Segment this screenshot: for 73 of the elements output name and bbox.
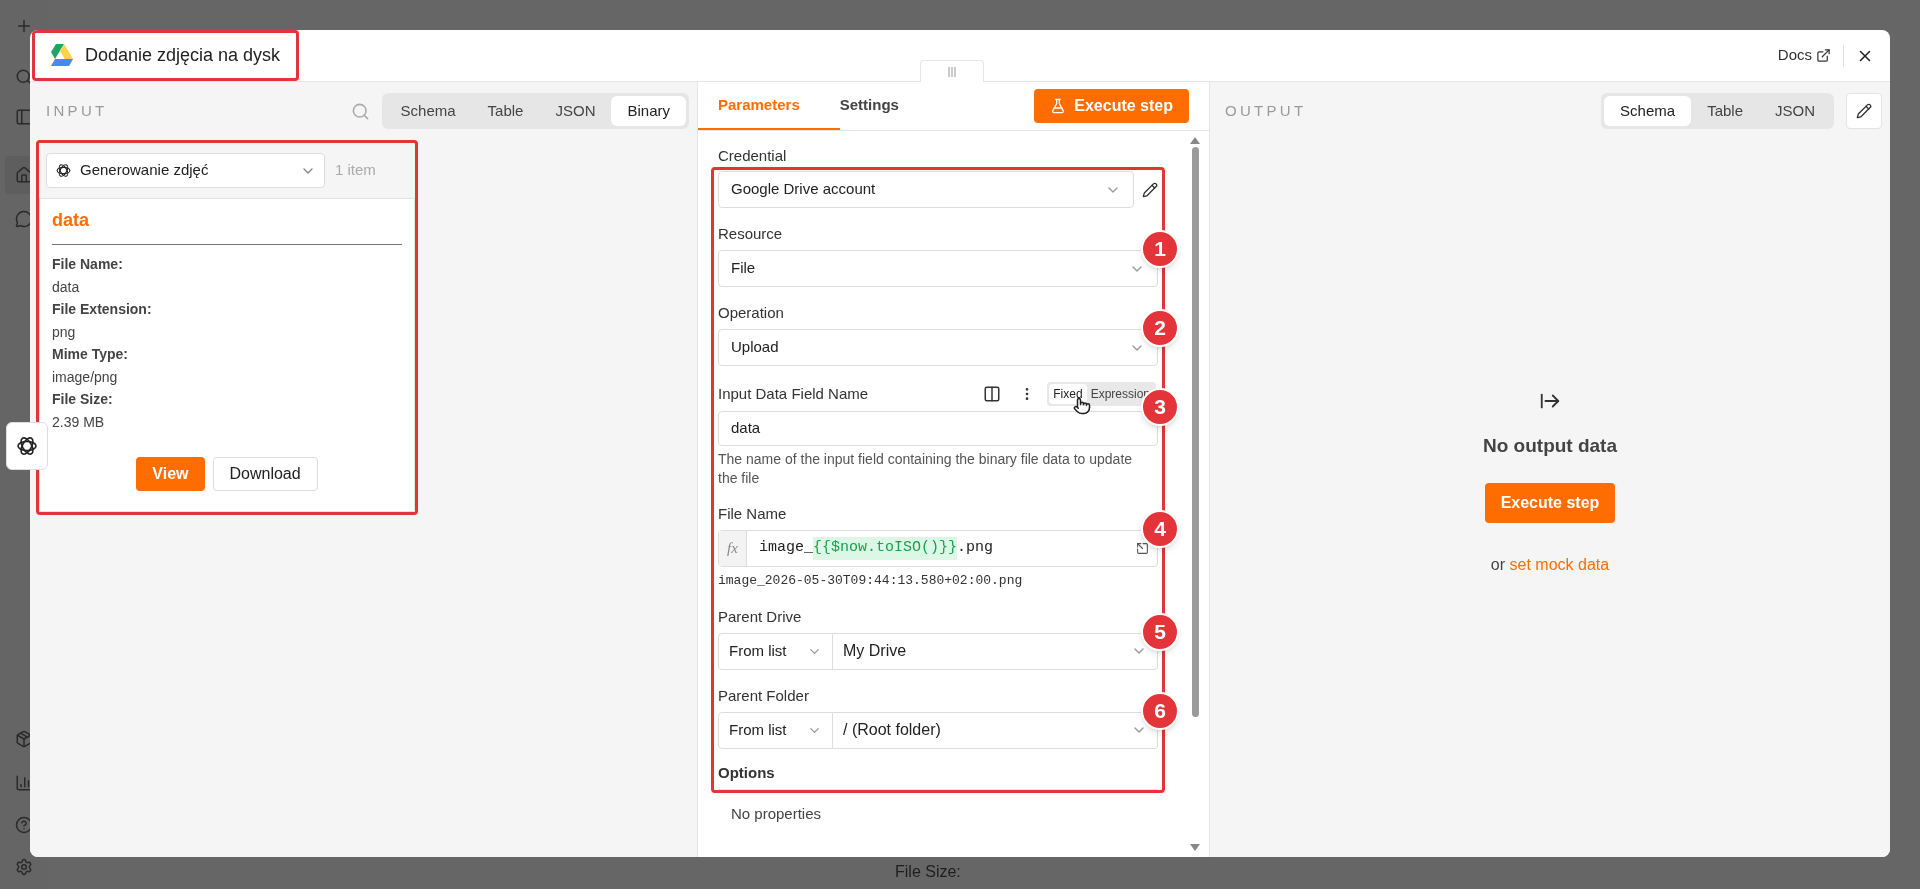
view-tab[interactable]: JSON [539,96,612,126]
field-label: File Size: [52,390,113,409]
field-label: Mime Type: [52,345,128,364]
view-tab[interactable]: JSON [1759,96,1831,126]
split-panel-icon[interactable] [983,385,1002,403]
field-label: Operation [718,303,785,323]
mode-select[interactable]: From list [718,711,833,749]
floating-button[interactable] [6,422,48,470]
plus-icon[interactable] [15,17,33,35]
field-label: File Name [718,504,788,524]
hand-cursor-icon [1073,397,1092,415]
section-heading: Options [718,763,775,781]
edit-button[interactable] [1846,93,1882,129]
sidebar-icon[interactable] [15,108,33,126]
view-tab[interactable]: Table [471,96,540,126]
card-title: data [52,209,90,232]
callout-badge: 5 [1141,612,1179,651]
field-label: Input Data Field Name [718,384,869,404]
edit-icon [1856,103,1872,119]
scrollbar-thumb[interactable] [1191,147,1199,717]
panel-tab[interactable]: Settings [839,82,939,130]
box-icon[interactable] [15,730,33,748]
background-text: File Size: [895,862,961,882]
field-value: image/png [52,367,118,387]
empty-message: No properties [731,803,822,824]
view-tab[interactable]: Schema [1604,96,1692,126]
field-label: Credential [718,147,788,165]
scroll-up-arrow[interactable] [1190,137,1200,144]
node-select[interactable]: Generowanie zdjęć [46,153,325,188]
search-icon[interactable] [15,68,33,86]
external-link-icon [1816,48,1831,63]
settings-icon[interactable] [15,858,33,876]
drag-handle[interactable] [920,60,984,82]
field-label: Parent Drive [718,606,803,627]
callout-badge: 1 [1141,230,1179,268]
callout-badge: 4 [1141,510,1179,548]
field-label: File Extension: [52,300,152,319]
mode-toggle[interactable]: Fixed [1049,384,1087,404]
item-count: 1 item [335,160,376,181]
field-label: Resource [718,224,784,244]
dialog-title: Dodanie zdjęcia na dysk [85,44,281,67]
callout-badge: 2 [1141,309,1179,347]
mode-select[interactable]: From list [718,632,833,670]
expand-icon[interactable] [1135,542,1149,555]
field-label: File Name: [52,255,123,274]
field-value: data [52,277,80,297]
mock-data-text: or set mock data [1490,554,1610,575]
swirl-icon [55,162,72,179]
flask-icon [1050,98,1067,114]
card-button[interactable]: Download [212,457,318,491]
field-label: Parent Folder [718,685,810,706]
credential-select[interactable]: Google Drive account [718,171,1134,208]
field-value: png [52,322,76,342]
chat-icon[interactable] [15,210,33,228]
scroll-down-arrow[interactable] [1190,844,1200,851]
view-tab[interactable]: Table [1691,96,1759,126]
callout-badge: 6 [1141,691,1179,730]
swirl-icon [15,434,39,458]
expression-preview: image_2026-05-30T09:44:13.580+02:00.png [718,572,1024,590]
panel-heading: INPUT [46,100,108,121]
field-hint: The name of the input field containing the binary file data to update the file [718,450,1134,488]
home-icon[interactable] [15,166,33,184]
edit-icon[interactable] [1142,181,1158,198]
help-icon[interactable] [15,816,33,834]
view-tab[interactable]: Schema [384,96,472,126]
panel-heading: OUTPUT [1225,100,1307,121]
empty-title: No output data [1483,434,1617,458]
docs-link[interactable]: Docs [1777,44,1831,67]
grip-icon [948,66,956,77]
chart-icon[interactable] [15,774,33,792]
view-tab[interactable]: Binary [611,96,686,126]
field-value: 2.39 MB [52,412,105,432]
mode-toggle[interactable]: Expression [1086,384,1154,404]
